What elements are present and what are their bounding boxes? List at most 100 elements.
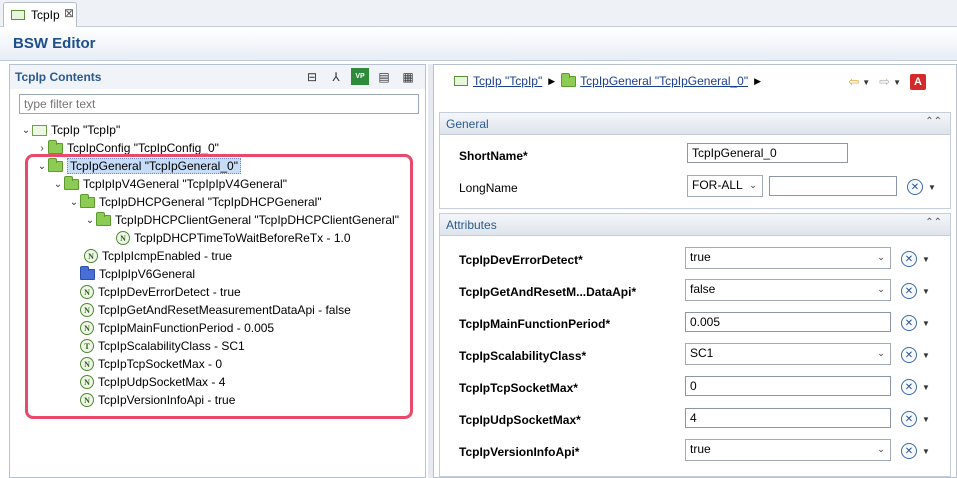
wrench-icon[interactable]: ✕ [901,251,917,267]
select-value: true [690,442,711,456]
section-title: General [446,117,489,131]
section-title: Attributes [446,218,497,232]
properties-panel: TcpIp "TcpIp" ▶ TcpIpGeneral "TcpIpGener… [433,64,957,478]
shortname-field[interactable]: TcpIpGeneral_0 [687,143,848,163]
chevron-down-icon[interactable]: ▼ [922,447,930,456]
chevron-down-icon[interactable]: ▼ [922,351,930,360]
attribute-row-udpsocketmax: TcpIpUdpSocketMax* 4 ✕ ▼ [440,407,950,431]
collapse-icon[interactable]: ⌃⌃ [925,217,942,228]
longname-language-value: FOR-ALL [692,178,743,192]
chevron-down-icon[interactable]: ▼ [922,255,930,264]
wrench-icon[interactable]: ✕ [907,179,923,195]
wrench-icon[interactable]: ✕ [901,379,917,395]
tree-node-label: TcpIpConfig "TcpIpConfig_0" [67,141,219,155]
wrench-icon[interactable]: ✕ [901,347,917,363]
navigation-toolbar: ⇦ ▼ ⇨ ▼ A [848,74,926,90]
validation-icon[interactable]: A [910,74,926,90]
wrench-icon[interactable]: ✕ [901,315,917,331]
select-value: true [690,250,711,264]
chevron-down-icon: ⌄ [877,348,885,358]
chevron-down-icon[interactable]: ▼ [922,383,930,392]
attribute-row-getandreset: TcpIpGetAndResetM...DataApi* false ⌄ ✕ ▼ [440,279,950,303]
tcpsocketmax-field[interactable]: 0 [685,376,891,396]
select-value: SC1 [690,346,714,360]
breadcrumb-arrow-icon[interactable]: ▶ [548,76,555,87]
grid-icon[interactable]: ▦ [399,68,417,85]
mainfunctionperiod-field[interactable]: 0.005 [685,312,891,332]
contents-header: TcpIp Contents ⊟ ⅄ VP ▤ ▦ [10,65,425,89]
folder-icon [561,72,577,87]
getandreset-select[interactable]: false ⌄ [685,279,891,301]
wrench-icon[interactable]: ✕ [901,283,917,299]
scalabilityclass-select[interactable]: SC1 ⌄ [685,343,891,365]
shortname-row: ShortName* TcpIpGeneral_0 [440,143,950,167]
editor-tab-bar: TcpIp ⊠ [0,0,957,27]
attribute-row-scalabilityclass: TcpIpScalabilityClass* SC1 ⌄ ✕ ▼ [440,343,950,367]
back-arrow-icon[interactable]: ⇦ [848,74,859,90]
document-icon[interactable]: ▤ [375,68,393,85]
editor-header: BSW Editor [0,27,957,61]
chevron-down-icon[interactable]: ▼ [922,287,930,296]
editor-title: BSW Editor [13,35,96,52]
versioninfoapi-select[interactable]: true ⌄ [685,439,891,461]
chevron-down-icon[interactable]: ▼ [922,319,930,328]
longname-language-select[interactable]: FOR-ALL ⌄ [687,175,763,197]
attributes-section: Attributes ⌃⌃ TcpIpDevErrorDetect* true … [439,213,951,477]
annotation-highlight [25,154,413,419]
module-icon [454,76,468,86]
wrench-icon[interactable]: ✕ [901,411,917,427]
attributes-section-header[interactable]: Attributes ⌃⌃ [440,214,950,236]
attribute-row-deverrordetect: TcpIpDevErrorDetect* true ⌄ ✕ ▼ [440,247,950,271]
attribute-label: TcpIpGetAndResetM...DataApi* [459,285,637,299]
hierarchy-icon[interactable]: ⅄ [327,68,345,85]
collapse-icon[interactable]: ⌃⌃ [925,116,942,127]
attribute-row-tcpsocketmax: TcpIpTcpSocketMax* 0 ✕ ▼ [440,375,950,399]
select-value: false [690,282,716,296]
general-section-header[interactable]: General ⌃⌃ [440,113,950,135]
filter-input[interactable] [19,94,419,114]
vp-res-icon-text: VP [355,73,365,80]
close-icon[interactable]: ⊠ [64,6,74,20]
breadcrumb-arrow-icon[interactable]: ▶ [754,76,761,87]
attribute-row-mainfunctionperiod: TcpIpMainFunctionPeriod* 0.005 ✕ ▼ [440,311,950,335]
attribute-label: TcpIpScalabilityClass* [459,349,587,363]
deverrordetect-select[interactable]: true ⌄ [685,247,891,269]
tree-node-tcpip[interactable]: ⌄ TcpIp "TcpIp" [20,121,120,139]
collapse-all-icon[interactable]: ⊟ [303,68,321,85]
longname-field[interactable] [769,176,897,196]
attribute-row-versioninfoapi: TcpIpVersionInfoApi* true ⌄ ✕ ▼ [440,439,950,463]
folder-icon [48,139,63,154]
chevron-down-icon: ⌄ [749,180,757,190]
attribute-label: TcpIpTcpSocketMax* [459,381,578,395]
attribute-label: TcpIpMainFunctionPeriod* [459,317,611,331]
shortname-label: ShortName* [459,149,528,163]
vp-res-icon[interactable]: VP [351,68,369,85]
longname-row: LongName FOR-ALL ⌄ ✕ ▼ [440,175,950,199]
wrench-icon[interactable]: ✕ [901,443,917,459]
contents-toolbar: ⊟ ⅄ VP ▤ ▦ [303,68,417,85]
module-icon [32,124,47,136]
contents-title: TcpIp Contents [15,70,102,84]
chevron-down-icon[interactable]: ▼ [928,183,936,192]
breadcrumb-link-tcpip[interactable]: TcpIp "TcpIp" [473,74,542,88]
chevron-down-icon: ⌄ [877,444,885,454]
breadcrumb: TcpIp "TcpIp" ▶ TcpIpGeneral "TcpIpGener… [454,72,767,88]
tree-node-label: TcpIp "TcpIp" [51,123,121,137]
collapsed-arrow-icon[interactable]: › [36,143,48,154]
general-section: General ⌃⌃ ShortName* TcpIpGeneral_0 Lon… [439,112,951,209]
attribute-label: TcpIpVersionInfoApi* [459,445,580,459]
longname-label: LongName [459,181,518,195]
tab-label: TcpIp [31,8,60,22]
forward-arrow-icon[interactable]: ⇨ [879,74,890,90]
expand-arrow-icon[interactable]: ⌄ [20,125,32,136]
tab-tcpip[interactable]: TcpIp ⊠ [3,2,77,27]
chevron-down-icon: ⌄ [877,284,885,294]
udpsocketmax-field[interactable]: 4 [685,408,891,428]
chevron-down-icon[interactable]: ▼ [862,78,870,87]
chevron-down-icon[interactable]: ▼ [893,78,901,87]
attribute-label: TcpIpDevErrorDetect* [459,253,583,267]
breadcrumb-link-tcpipgeneral[interactable]: TcpIpGeneral "TcpIpGeneral_0" [580,74,748,88]
chevron-down-icon[interactable]: ▼ [922,415,930,424]
module-icon [11,10,25,20]
attribute-label: TcpIpUdpSocketMax* [459,413,581,427]
